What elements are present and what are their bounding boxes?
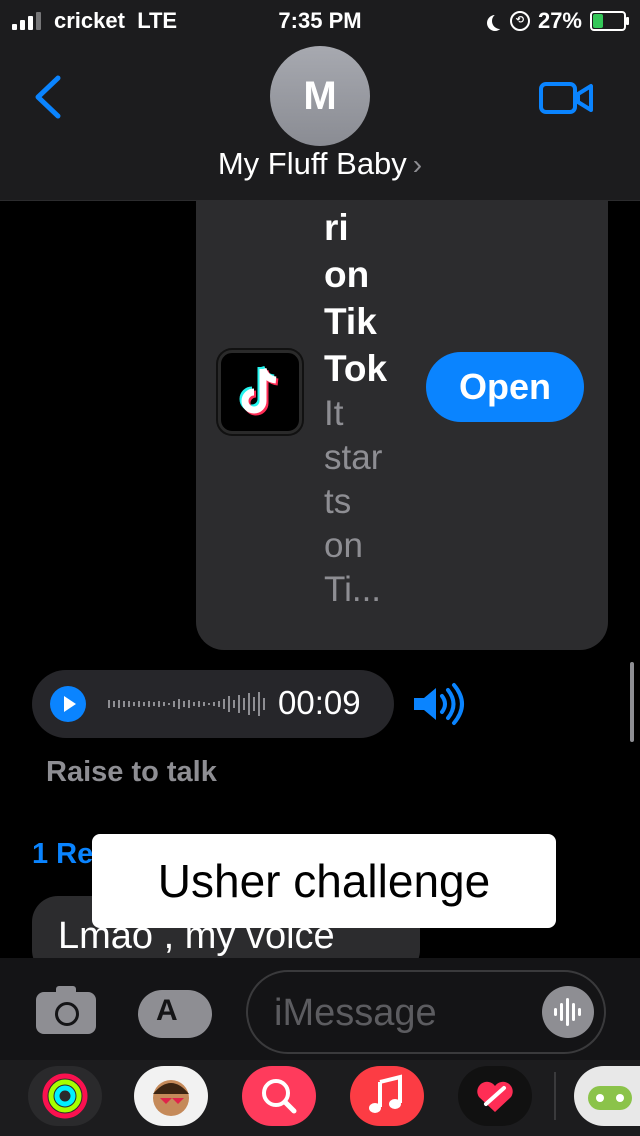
status-icons: ⟲ 27%: [486, 8, 629, 34]
contact-name-button[interactable]: My Fluff Baby ›: [0, 146, 640, 182]
link-subtitle-line: Ti...: [324, 570, 382, 609]
status-bar: cricket LTE 7:35 PM ⟲ 27%: [0, 0, 640, 42]
chevron-left-icon[interactable]: [30, 72, 70, 122]
message-field[interactable]: [246, 970, 606, 1054]
speaker-icon[interactable]: [410, 682, 466, 726]
avatar[interactable]: M: [270, 46, 370, 146]
images-search-app-icon[interactable]: [242, 1066, 316, 1126]
camera-icon[interactable]: [36, 986, 96, 1034]
reply-count-link[interactable]: 1 Re: [32, 838, 93, 871]
message-input-bar: A: [0, 958, 640, 1060]
music-app-icon[interactable]: [350, 1066, 424, 1126]
raise-to-talk-hint: Raise to talk: [46, 756, 217, 788]
moon-icon: [492, 13, 508, 29]
play-icon[interactable]: [50, 686, 86, 722]
games-app-icon[interactable]: [574, 1066, 640, 1126]
activity-app-icon[interactable]: [28, 1066, 102, 1126]
link-subtitle-line: ts: [324, 482, 352, 521]
link-title-line: Tik: [324, 301, 377, 342]
caption-overlay: Usher challenge: [92, 834, 556, 928]
link-subtitle-line: star: [324, 438, 383, 477]
orientation-lock-icon: ⟲: [509, 11, 530, 31]
app-drawer: [0, 1060, 640, 1136]
audio-message-bubble[interactable]: 00:09: [32, 670, 394, 738]
link-title-line: Tok: [324, 348, 388, 389]
conversation-header: M My Fluff Baby ›: [0, 42, 640, 201]
app-store-icon[interactable]: A: [138, 990, 212, 1038]
battery-percent: 27%: [537, 8, 582, 33]
open-button[interactable]: Open: [426, 352, 584, 422]
waveform-icon: [108, 692, 265, 716]
contact-name: My Fluff Baby: [217, 146, 407, 181]
tiktok-icon: [218, 350, 302, 434]
link-title-line: ri: [324, 207, 349, 248]
video-camera-icon[interactable]: [538, 80, 594, 116]
link-preview-bubble[interactable]: ri on Tik Tok It star ts on Ti... Open: [196, 200, 608, 650]
audio-waveform-icon[interactable]: [542, 986, 594, 1038]
chevron-right-icon: ›: [412, 149, 423, 180]
drawer-divider: [554, 1072, 556, 1120]
audio-duration: 00:09: [278, 684, 361, 721]
digital-touch-app-icon[interactable]: [458, 1066, 532, 1126]
link-text: ri on Tik Tok It star ts on Ti...: [324, 204, 414, 612]
message-input[interactable]: [272, 986, 526, 1040]
link-subtitle-line: on: [324, 526, 363, 565]
memoji-app-icon[interactable]: [134, 1066, 208, 1126]
link-subtitle-line: It: [324, 394, 344, 433]
link-title-line: on: [324, 254, 370, 295]
battery-icon: [590, 11, 629, 31]
scrollbar[interactable]: [630, 662, 634, 742]
